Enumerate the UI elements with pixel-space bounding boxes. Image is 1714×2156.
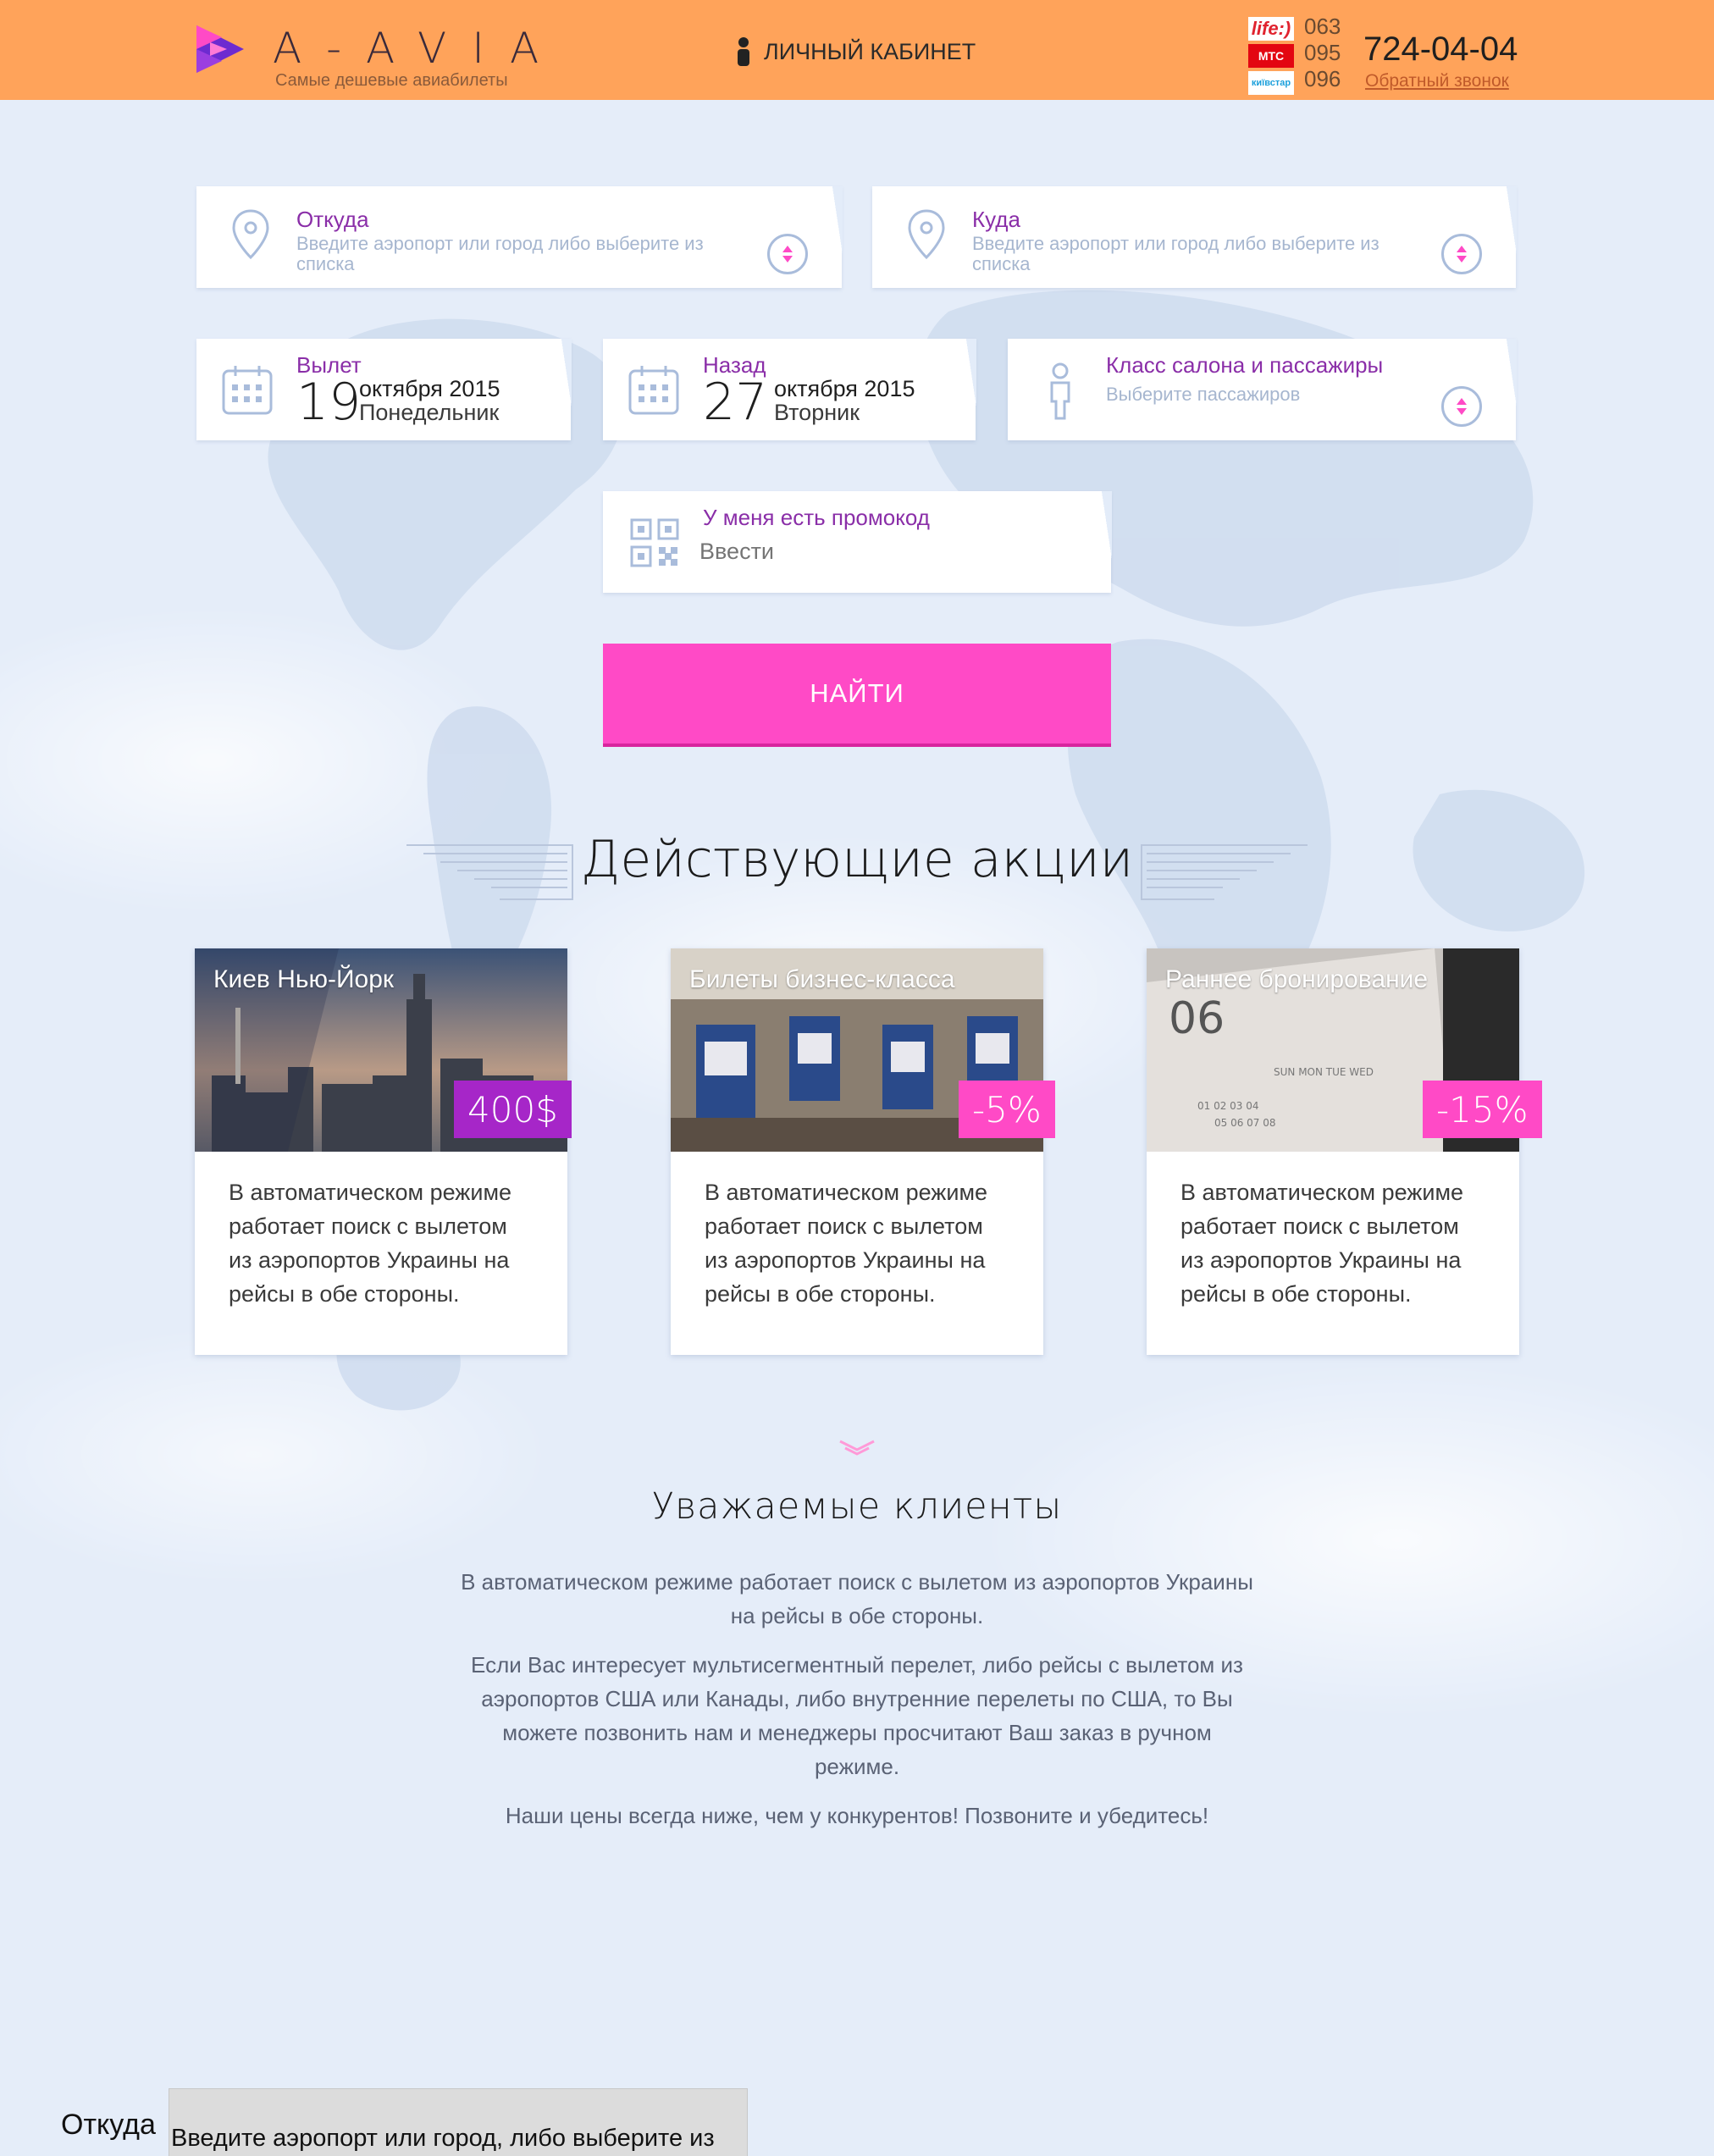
depart-date-field[interactable]: Вылет 19 октября 2015 Понедельник — [196, 339, 572, 440]
to-placeholder[interactable]: Введите аэропорт или город либо выберите… — [972, 234, 1423, 274]
to-field[interactable]: Куда Введите аэропорт или город либо выб… — [872, 186, 1517, 288]
search-button[interactable]: НАЙТИ — [603, 644, 1111, 747]
passengers-placeholder[interactable]: Выберите пассажиров — [1106, 384, 1423, 405]
code-kyivstar: 096 — [1304, 66, 1341, 91]
operator-logos: life:) МТС київстар — [1248, 17, 1294, 98]
from-label: Откуда — [296, 207, 369, 232]
clients-paragraph: Если Вас интересует мультисегментный пер… — [471, 1652, 1243, 1779]
code-life: 063 — [1304, 14, 1341, 39]
phone-codes: 063 095 096 — [1304, 14, 1341, 92]
promo-card[interactable]: Киев Нью-Йорк 400$ В автоматическом режи… — [195, 948, 572, 1355]
logo-text[interactable]: A-AVIA — [273, 24, 564, 73]
code-mts: 095 — [1304, 40, 1341, 65]
updown-icon[interactable] — [1441, 386, 1482, 427]
promo-title: Билеты бизнес-класса — [689, 965, 955, 993]
passengers-field[interactable]: Класс салона и пассажиры Выберите пассаж… — [1008, 339, 1517, 440]
promo-card[interactable]: 06 01 02 03 04 05 06 07 08 SUN MON TUE WED… — [1147, 948, 1542, 1355]
clients-paragraph: В автоматическом режиме работает поиск с… — [461, 1569, 1253, 1628]
to-label: Куда — [972, 207, 1020, 232]
return-weekday: Вторник — [774, 400, 860, 425]
bottom-from-label: Откуда — [61, 2109, 156, 2141]
updown-icon[interactable] — [767, 234, 808, 274]
promo-code-label: У меня есть промокод — [703, 505, 930, 530]
cabinet-label: ЛИЧНЫЙ КАБИНЕТ — [764, 38, 976, 64]
logo-subtitle: Самые дешевые авиабилеты — [275, 71, 508, 90]
qr-code-icon — [630, 518, 679, 567]
user-icon — [737, 37, 750, 66]
kyivstar-logo: київстар — [1248, 71, 1294, 95]
discount-badge: -15% — [1423, 1081, 1542, 1138]
location-pin-icon — [908, 209, 945, 260]
depart-month: октября 2015 — [359, 376, 500, 401]
depart-day: 19 — [296, 373, 362, 432]
svg-text:06: 06 — [1169, 993, 1225, 1044]
site-header: A-AVIA Самые дешевые авиабилеты ЛИЧНЫЙ К… — [0, 0, 1714, 100]
updown-icon[interactable] — [1441, 234, 1482, 274]
mts-logo: МТС — [1248, 44, 1294, 68]
promo-title: Раннее бронирование — [1165, 965, 1429, 993]
svg-text:01 02 03 04: 01 02 03 04 — [1197, 1100, 1259, 1112]
promo-code-field[interactable]: У меня есть промокод — [603, 491, 1112, 593]
bottom-from-input[interactable]: Введите аэропорт или город, либо выберит… — [169, 2088, 748, 2156]
clients-paragraph: Наши цены всегда ниже, чем у конкурентов… — [505, 1803, 1209, 1828]
return-day: 27 — [703, 373, 768, 432]
phone-number[interactable]: 724-04-04 — [1363, 30, 1518, 69]
person-icon — [1050, 362, 1070, 420]
return-month: октября 2015 — [774, 376, 915, 401]
personal-cabinet-link[interactable]: ЛИЧНЫЙ КАБИНЕТ — [737, 37, 976, 66]
promo-code-input[interactable] — [699, 539, 1055, 565]
promo-text: В автоматическом режиме работает поиск с… — [229, 1180, 512, 1307]
from-placeholder[interactable]: Введите аэропорт или город либо выберите… — [296, 234, 749, 274]
promos-title: Действующие акции — [580, 830, 1134, 889]
right-wing-decoration — [1141, 844, 1308, 900]
svg-text:SUN MON TUE WED: SUN MON TUE WED — [1274, 1066, 1374, 1078]
life-logo: life:) — [1248, 17, 1294, 41]
depart-weekday: Понедельник — [359, 400, 500, 425]
from-field[interactable]: Откуда Введите аэропорт или город либо в… — [196, 186, 843, 288]
calendar-icon — [222, 366, 273, 415]
return-date-field[interactable]: Назад 27 октября 2015 Вторник — [603, 339, 976, 440]
svg-text:05 06 07 08: 05 06 07 08 — [1214, 1117, 1276, 1129]
logo-icon[interactable] — [193, 22, 247, 76]
promo-text: В автоматическом режиме работает поиск с… — [705, 1180, 988, 1307]
chevron-down-icon — [839, 1440, 875, 1456]
price-badge: 400$ — [454, 1081, 572, 1138]
promo-title: Киев Нью-Йорк — [213, 965, 395, 993]
discount-badge: -5% — [959, 1081, 1055, 1138]
passengers-label: Класс салона и пассажиры — [1106, 352, 1384, 378]
promo-text: В автоматическом режиме работает поиск с… — [1180, 1180, 1464, 1307]
callback-link[interactable]: Обратный звонок — [1365, 71, 1509, 91]
calendar-icon — [628, 366, 679, 415]
promo-card[interactable]: Билеты бизнес-класса -5% В автоматическо… — [671, 948, 1055, 1355]
location-pin-icon — [232, 209, 269, 260]
clients-title: Уважаемые клиенты — [651, 1485, 1063, 1528]
